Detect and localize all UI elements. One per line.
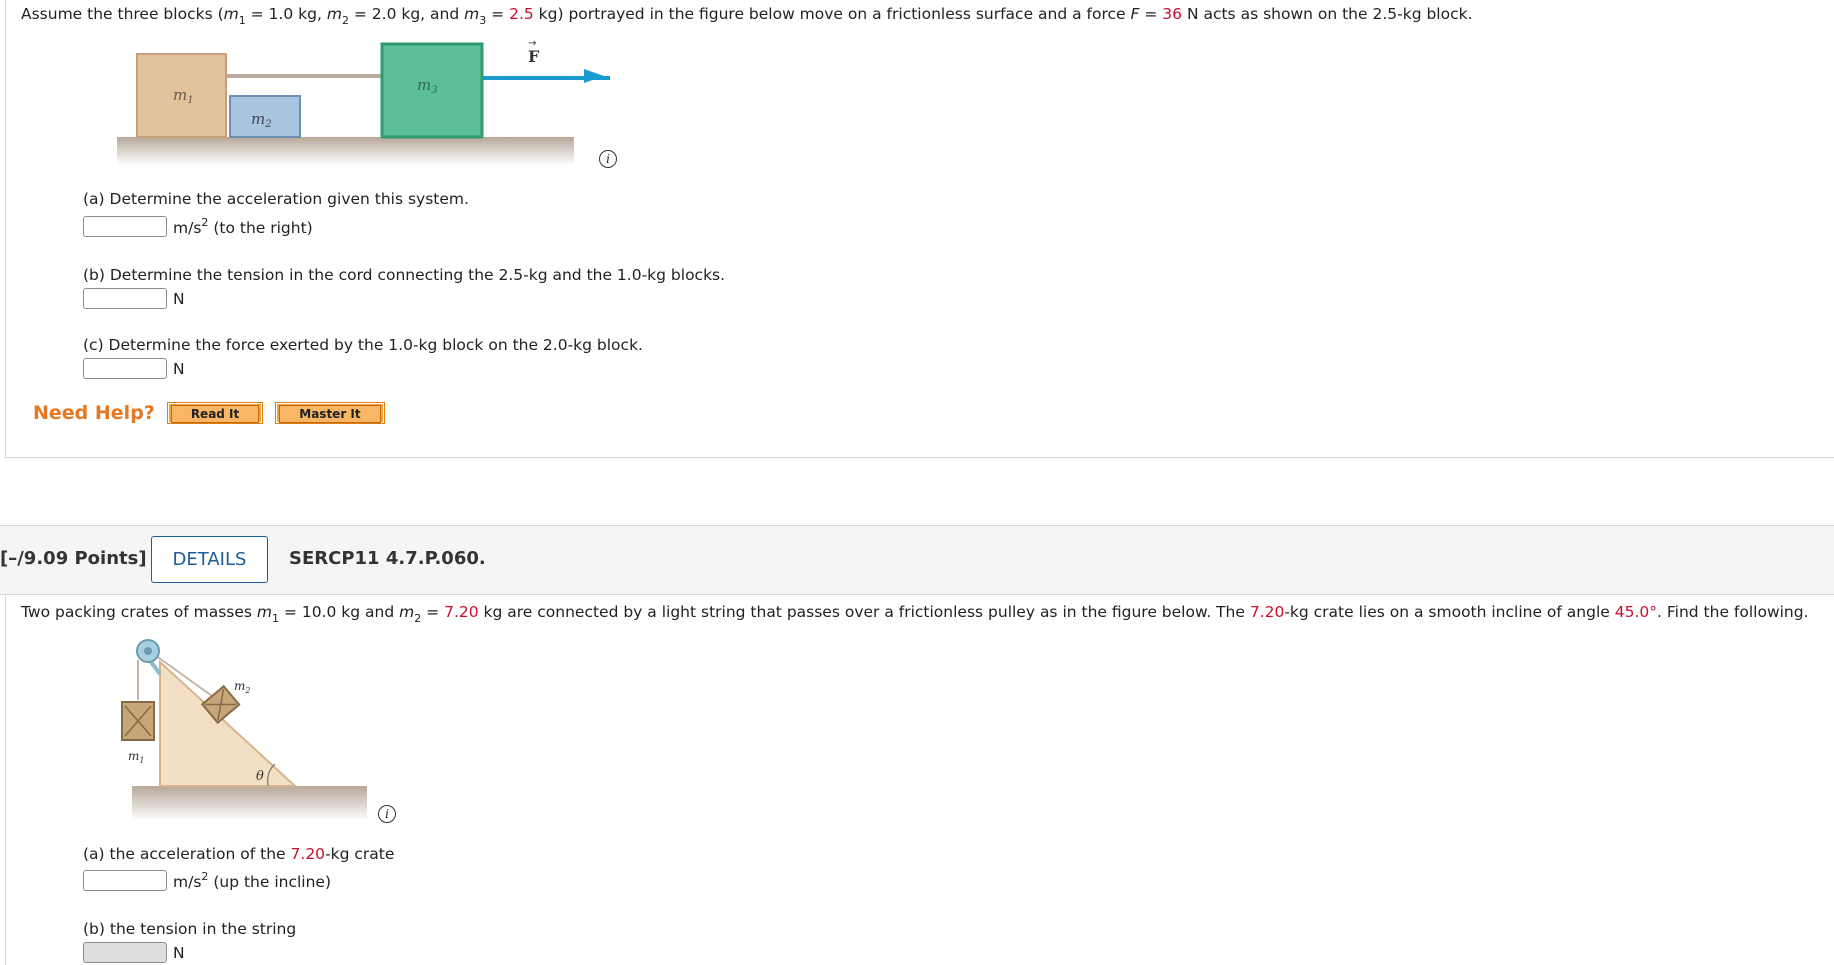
problem-code: SERCP11 4.7.P.060. — [289, 548, 486, 569]
force-arrowhead — [584, 69, 604, 83]
q2-part-b-answer-row: N — [83, 942, 185, 963]
q1-part-c-unit: N — [173, 359, 185, 378]
q2-part-a-input[interactable] — [83, 870, 167, 891]
three-blocks-figure: m1 m2 m3 F → — [117, 38, 610, 165]
floor-surface-2 — [132, 786, 367, 821]
q1-part-b-prompt: (b) Determine the tension in the cord co… — [83, 266, 726, 284]
q1-part-b-input[interactable] — [83, 288, 167, 309]
info-icon[interactable]: i — [599, 150, 617, 168]
q2-part-a-prompt: (a) the acceleration of the 7.20-kg crat… — [83, 845, 395, 863]
need-help-bar: Need Help? Read It Master It — [33, 402, 385, 424]
q2-part-b-prompt: (b) the tension in the string — [83, 920, 297, 938]
details-button[interactable]: DETAILS — [151, 536, 268, 583]
question-2-header: [–/9.09 Points] DETAILS SERCP11 4.7.P.06… — [0, 525, 1834, 595]
q1-part-a-answer-row: m/s2 (to the right) — [83, 216, 313, 237]
q1-part-b-unit: N — [173, 289, 185, 308]
q1-part-c-input[interactable] — [83, 358, 167, 379]
incline-pulley-figure: m1 m2 θ — [121, 639, 367, 821]
floor-surface — [117, 137, 574, 165]
points-label: [–/9.09 Points] — [0, 548, 147, 569]
q1-part-c-prompt: (c) Determine the force exerted by the 1… — [83, 336, 643, 354]
theta-label: θ — [256, 769, 264, 784]
q1-part-a-input[interactable] — [83, 216, 167, 237]
q1-part-a-unit: m/s2 (to the right) — [173, 216, 313, 237]
force-label: F — [528, 47, 540, 66]
q2-part-a-unit: m/s2 (up the incline) — [173, 870, 332, 891]
q2-part-b-input[interactable] — [83, 942, 167, 963]
q1-part-a-prompt: (a) Determine the acceleration given thi… — [83, 190, 469, 208]
q2-part-b-unit: N — [173, 943, 185, 962]
q1-part-c-answer-row: N — [83, 358, 185, 379]
master-it-button[interactable]: Master It — [275, 402, 385, 424]
q2-part-a-answer-row: m/s2 (up the incline) — [83, 870, 331, 891]
info-icon-2[interactable]: i — [378, 805, 396, 823]
question-2-stem: Two packing crates of masses m1 = 10.0 k… — [21, 603, 1809, 625]
crate-m2-label: m2 — [234, 679, 250, 695]
need-help-label: Need Help? — [33, 402, 155, 424]
question-1-stem: Assume the three blocks (m1 = 1.0 kg, m2… — [21, 5, 1473, 27]
read-it-button[interactable]: Read It — [166, 402, 264, 424]
q1-part-b-answer-row: N — [83, 288, 185, 309]
crate-m1-label: m1 — [128, 749, 144, 765]
svg-text:→: → — [528, 38, 536, 49]
incline-wedge — [159, 659, 298, 787]
